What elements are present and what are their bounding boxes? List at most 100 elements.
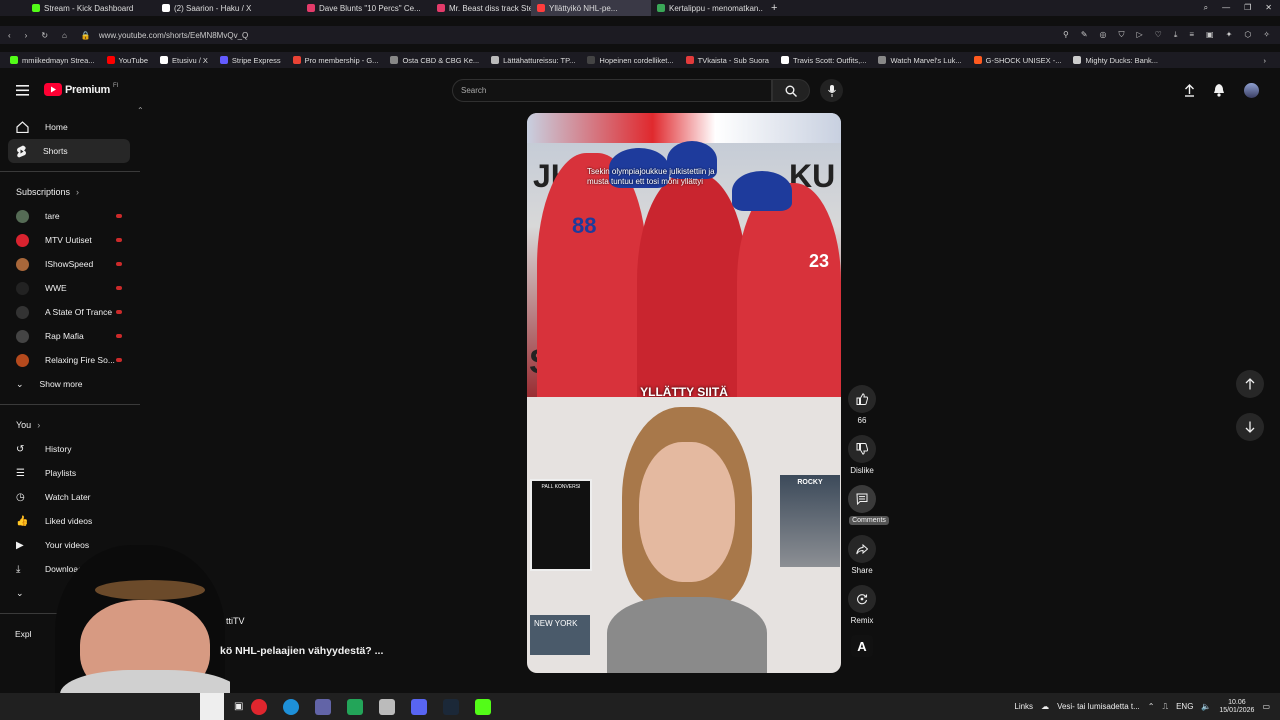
- weather-text[interactable]: Vesi- tai lumisadetta t...: [1057, 702, 1140, 711]
- kick-icon[interactable]: [475, 698, 492, 715]
- youtube-premium-logo[interactable]: Premium FI: [44, 83, 118, 96]
- subscription-item[interactable]: tare: [0, 204, 140, 228]
- minimize-icon[interactable]: —: [1222, 3, 1230, 13]
- subscription-label: A State Of Trance: [45, 307, 113, 317]
- next-short-button[interactable]: [1236, 413, 1264, 441]
- bookmark-item[interactable]: Etusivu / X: [154, 56, 214, 65]
- reload-icon[interactable]: ↻: [41, 31, 48, 40]
- cube-icon[interactable]: ⬡: [1244, 30, 1251, 40]
- bookmark-item[interactable]: mmiikedmayn Strea...: [0, 56, 101, 65]
- bookmark-item[interactable]: YouTube: [101, 56, 154, 65]
- sidebar-item-home[interactable]: Home: [0, 115, 140, 139]
- subscription-item[interactable]: Relaxing Fire So...: [0, 348, 140, 372]
- edit-icon[interactable]: ✎: [1081, 30, 1088, 40]
- channel-avatar-button[interactable]: A: [846, 635, 878, 657]
- tray-expand-icon[interactable]: ⌃: [1148, 702, 1155, 711]
- browser-tab[interactable]: Mr. Beast diss track Steve...: [431, 0, 531, 16]
- short-video-player[interactable]: JHR KU S 88 23 Tsekin olympiajoukkue jul…: [527, 113, 841, 673]
- previous-short-button[interactable]: [1236, 370, 1264, 398]
- zoom-icon[interactable]: ⚲: [1063, 30, 1069, 40]
- shield-app-icon[interactable]: [379, 698, 396, 715]
- dislike-button[interactable]: Dislike: [846, 435, 878, 475]
- wallet-icon[interactable]: ▣: [1206, 30, 1214, 40]
- search-input[interactable]: Search: [452, 79, 772, 102]
- subscription-item[interactable]: MTV Uutiset: [0, 228, 140, 252]
- search-tabs-icon[interactable]: ⌕: [1204, 3, 1208, 13]
- browser-tab[interactable]: Yllättyikö NHL-pe...: [531, 0, 651, 16]
- short-channel-name[interactable]: ttiTV: [226, 616, 245, 626]
- sidebar-scroll-up-icon[interactable]: ⌃: [137, 106, 144, 115]
- new-tab-icon[interactable]: +: [771, 2, 777, 14]
- sidebar-item-liked-videos[interactable]: 👍 Liked videos: [0, 509, 140, 533]
- browser-tab[interactable]: (2) Saarion - Haku / X: [156, 0, 281, 16]
- browser-tab[interactable]: Kertalippu - menomatkan...: [651, 0, 763, 16]
- extension-icon[interactable]: ✦: [1226, 30, 1233, 40]
- like-button[interactable]: 66: [846, 385, 878, 425]
- menu-icon[interactable]: ≡: [1189, 30, 1194, 40]
- upload-icon[interactable]: [1184, 84, 1195, 97]
- subscription-item[interactable]: IShowSpeed: [0, 252, 140, 276]
- edge-icon[interactable]: [283, 698, 300, 715]
- remix-icon: [857, 594, 868, 605]
- bookmark-item[interactable]: Watch Marvel's Luk...: [872, 56, 967, 65]
- bookmark-item[interactable]: Mighty Ducks: Bank...: [1067, 56, 1164, 65]
- bookmark-item[interactable]: Hopeinen cordelliket...: [581, 56, 679, 65]
- opera-icon[interactable]: [251, 698, 268, 715]
- subscription-item[interactable]: WWE: [0, 276, 140, 300]
- you-header[interactable]: You ›: [0, 413, 140, 437]
- live-indicator-icon: [116, 310, 122, 314]
- bookmark-item[interactable]: TVkaista - Sub Suora: [680, 56, 775, 65]
- download-icon[interactable]: ⤓: [1174, 30, 1178, 40]
- links-toolbar[interactable]: Links: [1014, 702, 1033, 711]
- avatar[interactable]: [1244, 83, 1259, 98]
- notification-center-icon[interactable]: ▭: [1262, 702, 1270, 711]
- url-field[interactable]: www.youtube.com/shorts/EeMN8MvQv_Q: [99, 31, 248, 40]
- bookmark-item[interactable]: Travis Scott: Outfits,...: [775, 56, 873, 65]
- notifications-bell-icon[interactable]: [1213, 83, 1225, 97]
- camera-icon[interactable]: ◎: [1100, 30, 1107, 40]
- browser-tab[interactable]: Dave Blunts "10 Percs" Ce...: [301, 0, 431, 16]
- volume-icon[interactable]: 🔈: [1201, 702, 1211, 711]
- comments-button[interactable]: Comments: [846, 485, 889, 525]
- hamburger-menu-icon[interactable]: [16, 85, 29, 96]
- shield-icon[interactable]: ⛉: [1119, 30, 1125, 40]
- subscription-item[interactable]: Rap Mafia: [0, 324, 140, 348]
- back-icon[interactable]: ‹: [8, 31, 11, 40]
- clock[interactable]: 10.06 15/01/2026: [1219, 699, 1254, 715]
- language-indicator[interactable]: ENG: [1176, 702, 1193, 711]
- sidebar-item-shorts[interactable]: Shorts: [8, 139, 130, 163]
- play-icon[interactable]: ▷: [1137, 30, 1143, 40]
- forward-icon[interactable]: ›: [25, 31, 28, 40]
- bookmark-item[interactable]: Stripe Express: [214, 56, 287, 65]
- clock-date: 15/01/2026: [1219, 706, 1255, 714]
- subscription-item[interactable]: A State Of Trance: [0, 300, 140, 324]
- heart-icon[interactable]: ♡: [1155, 30, 1162, 40]
- discord-icon[interactable]: [411, 698, 428, 715]
- bookmark-item[interactable]: G-SHOCK UNISEX -...: [968, 56, 1068, 65]
- close-window-icon[interactable]: ✕: [1265, 3, 1272, 13]
- network-icon[interactable]: ⎍: [1162, 702, 1168, 712]
- task-view-icon[interactable]: ▣: [234, 701, 243, 712]
- remix-button[interactable]: Remix: [846, 585, 878, 625]
- share-button[interactable]: Share: [846, 535, 878, 575]
- sidebar-item-watch-later[interactable]: ◷ Watch Later: [0, 485, 140, 509]
- show-more-button[interactable]: ⌄ Show more: [0, 372, 140, 396]
- ai-icon[interactable]: ✧: [1263, 30, 1270, 40]
- bookmark-item[interactable]: Osta CBD & CBG Ke...: [384, 56, 485, 65]
- maximize-icon[interactable]: ❐: [1244, 3, 1251, 13]
- teams-icon[interactable]: [315, 698, 332, 715]
- browser-tab[interactable]: Stream - Kick Dashboard: [26, 0, 156, 16]
- sidebar-item-playlists[interactable]: ☰ Playlists: [0, 461, 140, 485]
- steam-icon[interactable]: [443, 698, 460, 715]
- bookmarks-more-icon[interactable]: ›: [1264, 56, 1280, 65]
- obs-icon[interactable]: [347, 698, 364, 715]
- bookmark-item[interactable]: Pro membership - G...: [287, 56, 385, 65]
- home-browser-icon[interactable]: ⌂: [62, 31, 67, 40]
- voice-search-button[interactable]: [820, 79, 843, 102]
- search-button[interactable]: [772, 79, 810, 102]
- subscriptions-header[interactable]: Subscriptions ›: [0, 180, 140, 204]
- short-title[interactable]: kö NHL-pelaajien vähyydestä? ...: [220, 645, 383, 657]
- video-upper-frame: JHR KU S 88 23: [527, 113, 841, 397]
- bookmark-item[interactable]: Lättähattureissu: TP...: [485, 56, 581, 65]
- sidebar-item-history[interactable]: ↺ History: [0, 437, 140, 461]
